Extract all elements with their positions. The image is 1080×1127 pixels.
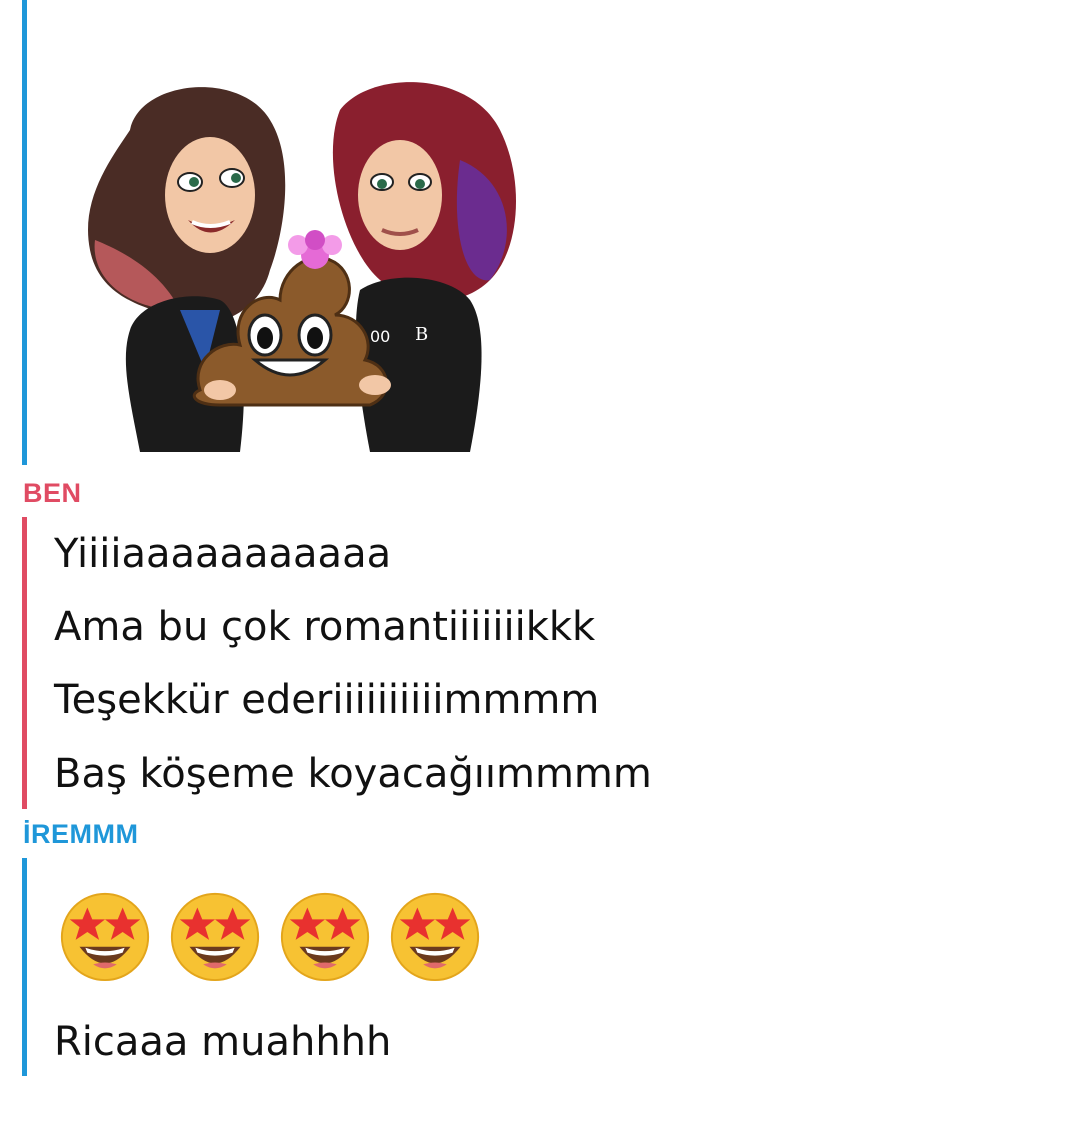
message-text[interactable]: Baş köşeme koyacağıımmmm <box>54 750 652 798</box>
message-text[interactable]: Ricaaa muahhhh <box>54 1018 391 1066</box>
star-struck-emoji-icon <box>60 892 150 982</box>
star-struck-emoji-icon <box>280 892 370 982</box>
star-struck-emoji-icon <box>170 892 260 982</box>
friend-message-bar <box>22 858 27 1076</box>
sender-label-me: BEN <box>23 478 82 508</box>
friend-message-bar <box>22 0 27 465</box>
message-text[interactable]: Teşekkür ederiiiiiiiiiimmmm <box>54 676 599 724</box>
message-text[interactable]: Ama bu çok romantiiiiiiikkk <box>54 603 595 651</box>
star-struck-emoji-icon <box>390 892 480 982</box>
sender-label-friend: İREMMM <box>23 819 139 849</box>
svg-text:B: B <box>415 324 428 345</box>
message-text[interactable]: Yiiiiaaaaaaaaaaa <box>54 530 391 578</box>
svg-text:00: 00 <box>370 327 390 346</box>
emoji-message[interactable] <box>56 886 484 986</box>
bitmoji-sticker-icon[interactable]: 00 B <box>70 70 540 452</box>
my-message-bar <box>22 517 27 809</box>
